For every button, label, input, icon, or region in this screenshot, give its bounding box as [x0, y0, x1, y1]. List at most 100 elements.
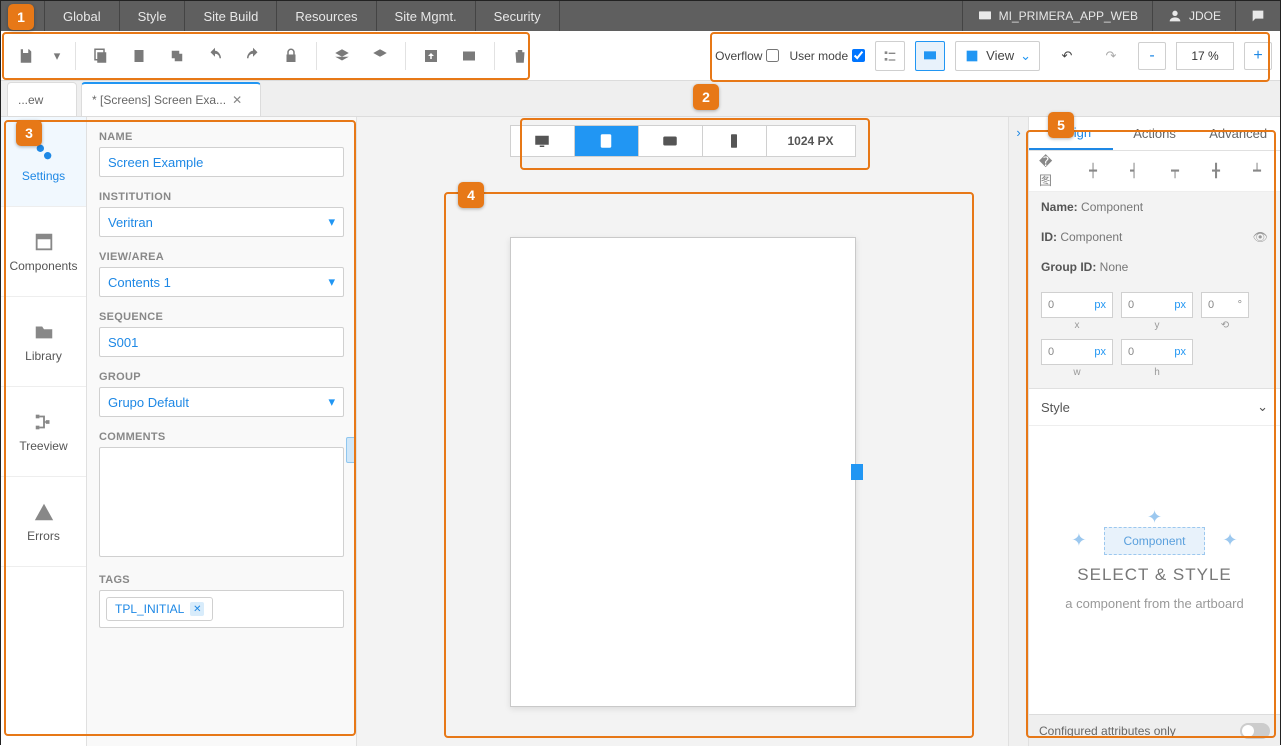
info-name-row: Name: Component [1029, 192, 1280, 222]
align-bottom-icon[interactable]: ┷ [1244, 159, 1270, 183]
align-left-icon[interactable]: �图 [1039, 159, 1065, 183]
sidebar-item-errors[interactable]: Errors [1, 477, 86, 567]
screen-preview-button[interactable] [915, 41, 945, 71]
component-chip: Component [1104, 527, 1204, 555]
layers-button[interactable] [325, 39, 359, 73]
main-toolbar: ▾ Overflow User mode View ⌄ [1, 31, 1280, 81]
group-select[interactable]: Grupo Default▾ [99, 387, 344, 417]
placeholder-title: SELECT & STYLE [1077, 565, 1231, 585]
tab-advanced[interactable]: Advanced [1196, 117, 1280, 150]
view-dropdown[interactable]: View ⌄ [955, 41, 1040, 71]
align-top-icon[interactable]: ┯ [1162, 159, 1188, 183]
sparkle-icon: ✦ [1223, 530, 1238, 551]
sequence-input[interactable] [99, 327, 344, 357]
device-size-value: 1024 PX [767, 126, 855, 156]
menu-site-mgmt[interactable]: Site Mgmt. [377, 1, 476, 31]
settings-panel: NAME INSTITUTION Veritran▾ VIEW/AREA Con… [87, 117, 357, 746]
artboard-resize-handle[interactable] [851, 464, 863, 480]
tree-icon [33, 411, 55, 433]
history-back-button[interactable]: ↶ [1050, 39, 1084, 73]
canvas-area[interactable]: 1024 PX [357, 117, 1008, 746]
sequence-label: SEQUENCE [99, 311, 344, 323]
zoom-out-button[interactable]: - [1138, 42, 1166, 70]
device-mobile[interactable] [703, 126, 767, 156]
institution-select[interactable]: Veritran▾ [99, 207, 344, 237]
tree-toggle-button[interactable] [875, 41, 905, 71]
coord-rotation-input[interactable]: 0° [1201, 292, 1249, 318]
device-tablet[interactable] [575, 126, 639, 156]
sidebar-item-components[interactable]: Components [1, 207, 86, 297]
file-tab-screen[interactable]: * [Screens] Screen Exa... ✕ [81, 82, 261, 116]
copy-button[interactable] [84, 39, 118, 73]
undo-button[interactable] [198, 39, 232, 73]
app-name-display[interactable]: MI_PRIMERA_APP_WEB [962, 1, 1152, 31]
device-desktop[interactable] [511, 126, 575, 156]
menu-style[interactable]: Style [120, 1, 186, 31]
duplicate-button[interactable] [160, 39, 194, 73]
coord-x-input[interactable]: 0px [1041, 292, 1113, 318]
menu-site-build[interactable]: Site Build [185, 1, 277, 31]
align-center-h-icon[interactable]: ┿ [1080, 159, 1106, 183]
history-forward-button[interactable]: ↷ [1094, 39, 1128, 73]
configured-only-toggle[interactable] [1240, 723, 1270, 739]
file-tab-strip: ...ew * [Screens] Screen Exa... ✕ [1, 81, 1280, 117]
visibility-icon[interactable]: 👁 [1253, 230, 1268, 244]
view-area-select[interactable]: Contents 1▾ [99, 267, 344, 297]
comments-textarea[interactable] [99, 447, 344, 557]
top-menu-bar: Global Style Site Build Resources Site M… [1, 1, 1280, 31]
delete-button[interactable] [503, 39, 537, 73]
annotation-5: 5 [1048, 112, 1074, 138]
overflow-checkbox[interactable]: Overflow [715, 49, 779, 63]
name-input[interactable] [99, 147, 344, 177]
view-area-label: VIEW/AREA [99, 251, 344, 263]
warning-icon [33, 501, 55, 523]
layers-alt-button[interactable] [363, 39, 397, 73]
sparkle-icon: ✦ [1147, 507, 1162, 528]
info-group-row: Group ID: None [1029, 252, 1280, 282]
menu-security[interactable]: Security [476, 1, 560, 31]
lock-button[interactable] [274, 39, 308, 73]
paste-button[interactable] [122, 39, 156, 73]
save-button[interactable] [9, 39, 43, 73]
style-accordion[interactable]: Style⌄ [1029, 389, 1280, 426]
redo-button[interactable] [236, 39, 270, 73]
coord-w-input[interactable]: 0px [1041, 339, 1113, 365]
annotation-4: 4 [458, 182, 484, 208]
sidebar-item-settings[interactable]: Settings [1, 117, 86, 207]
name-label: NAME [99, 131, 344, 143]
sidebar-item-treeview[interactable]: Treeview [1, 387, 86, 477]
export-button[interactable] [414, 39, 448, 73]
sidebar-item-library[interactable]: Library [1, 297, 86, 387]
remove-tag-icon[interactable]: ✕ [190, 602, 204, 616]
side-nav: Settings Components Library Treeview Err… [1, 117, 87, 746]
menu-global[interactable]: Global [45, 1, 120, 31]
panel-resize-handle[interactable] [346, 437, 356, 463]
device-tablet-landscape[interactable] [639, 126, 703, 156]
sparkle-icon: ✦ [1071, 530, 1086, 551]
user-mode-checkbox[interactable]: User mode [789, 49, 865, 63]
zoom-level[interactable]: 17 % [1176, 42, 1234, 70]
alignment-toolbar: �图 ┿ ┥ ┯ ╋ ┷ [1029, 151, 1280, 192]
institution-label: INSTITUTION [99, 191, 344, 203]
save-dropdown[interactable]: ▾ [47, 39, 67, 73]
coord-h-input[interactable]: 0px [1121, 339, 1193, 365]
user-menu[interactable]: JDOE [1152, 1, 1235, 31]
comments-icon[interactable] [1235, 1, 1280, 31]
menu-resources[interactable]: Resources [277, 1, 376, 31]
align-right-icon[interactable]: ┥ [1121, 159, 1147, 183]
close-tab-icon[interactable]: ✕ [232, 93, 242, 107]
tag-chip[interactable]: TPL_INITIAL ✕ [106, 597, 213, 621]
file-tab-overview[interactable]: ...ew [7, 82, 77, 116]
comments-label: COMMENTS [99, 431, 344, 443]
group-label: GROUP [99, 371, 344, 383]
folder-icon [33, 321, 55, 343]
artboard[interactable] [510, 237, 856, 707]
tab-actions[interactable]: Actions [1113, 117, 1197, 150]
align-center-v-icon[interactable]: ╋ [1203, 159, 1229, 183]
placeholder-subtitle: a component from the artboard [1065, 595, 1244, 613]
coord-y-input[interactable]: 0px [1121, 292, 1193, 318]
right-panel-toggle[interactable]: › [1008, 117, 1028, 746]
zoom-in-button[interactable]: + [1244, 42, 1272, 70]
style-placeholder: ✦ ✦ Component ✦ SELECT & STYLE a compone… [1029, 426, 1280, 714]
css-button[interactable] [452, 39, 486, 73]
